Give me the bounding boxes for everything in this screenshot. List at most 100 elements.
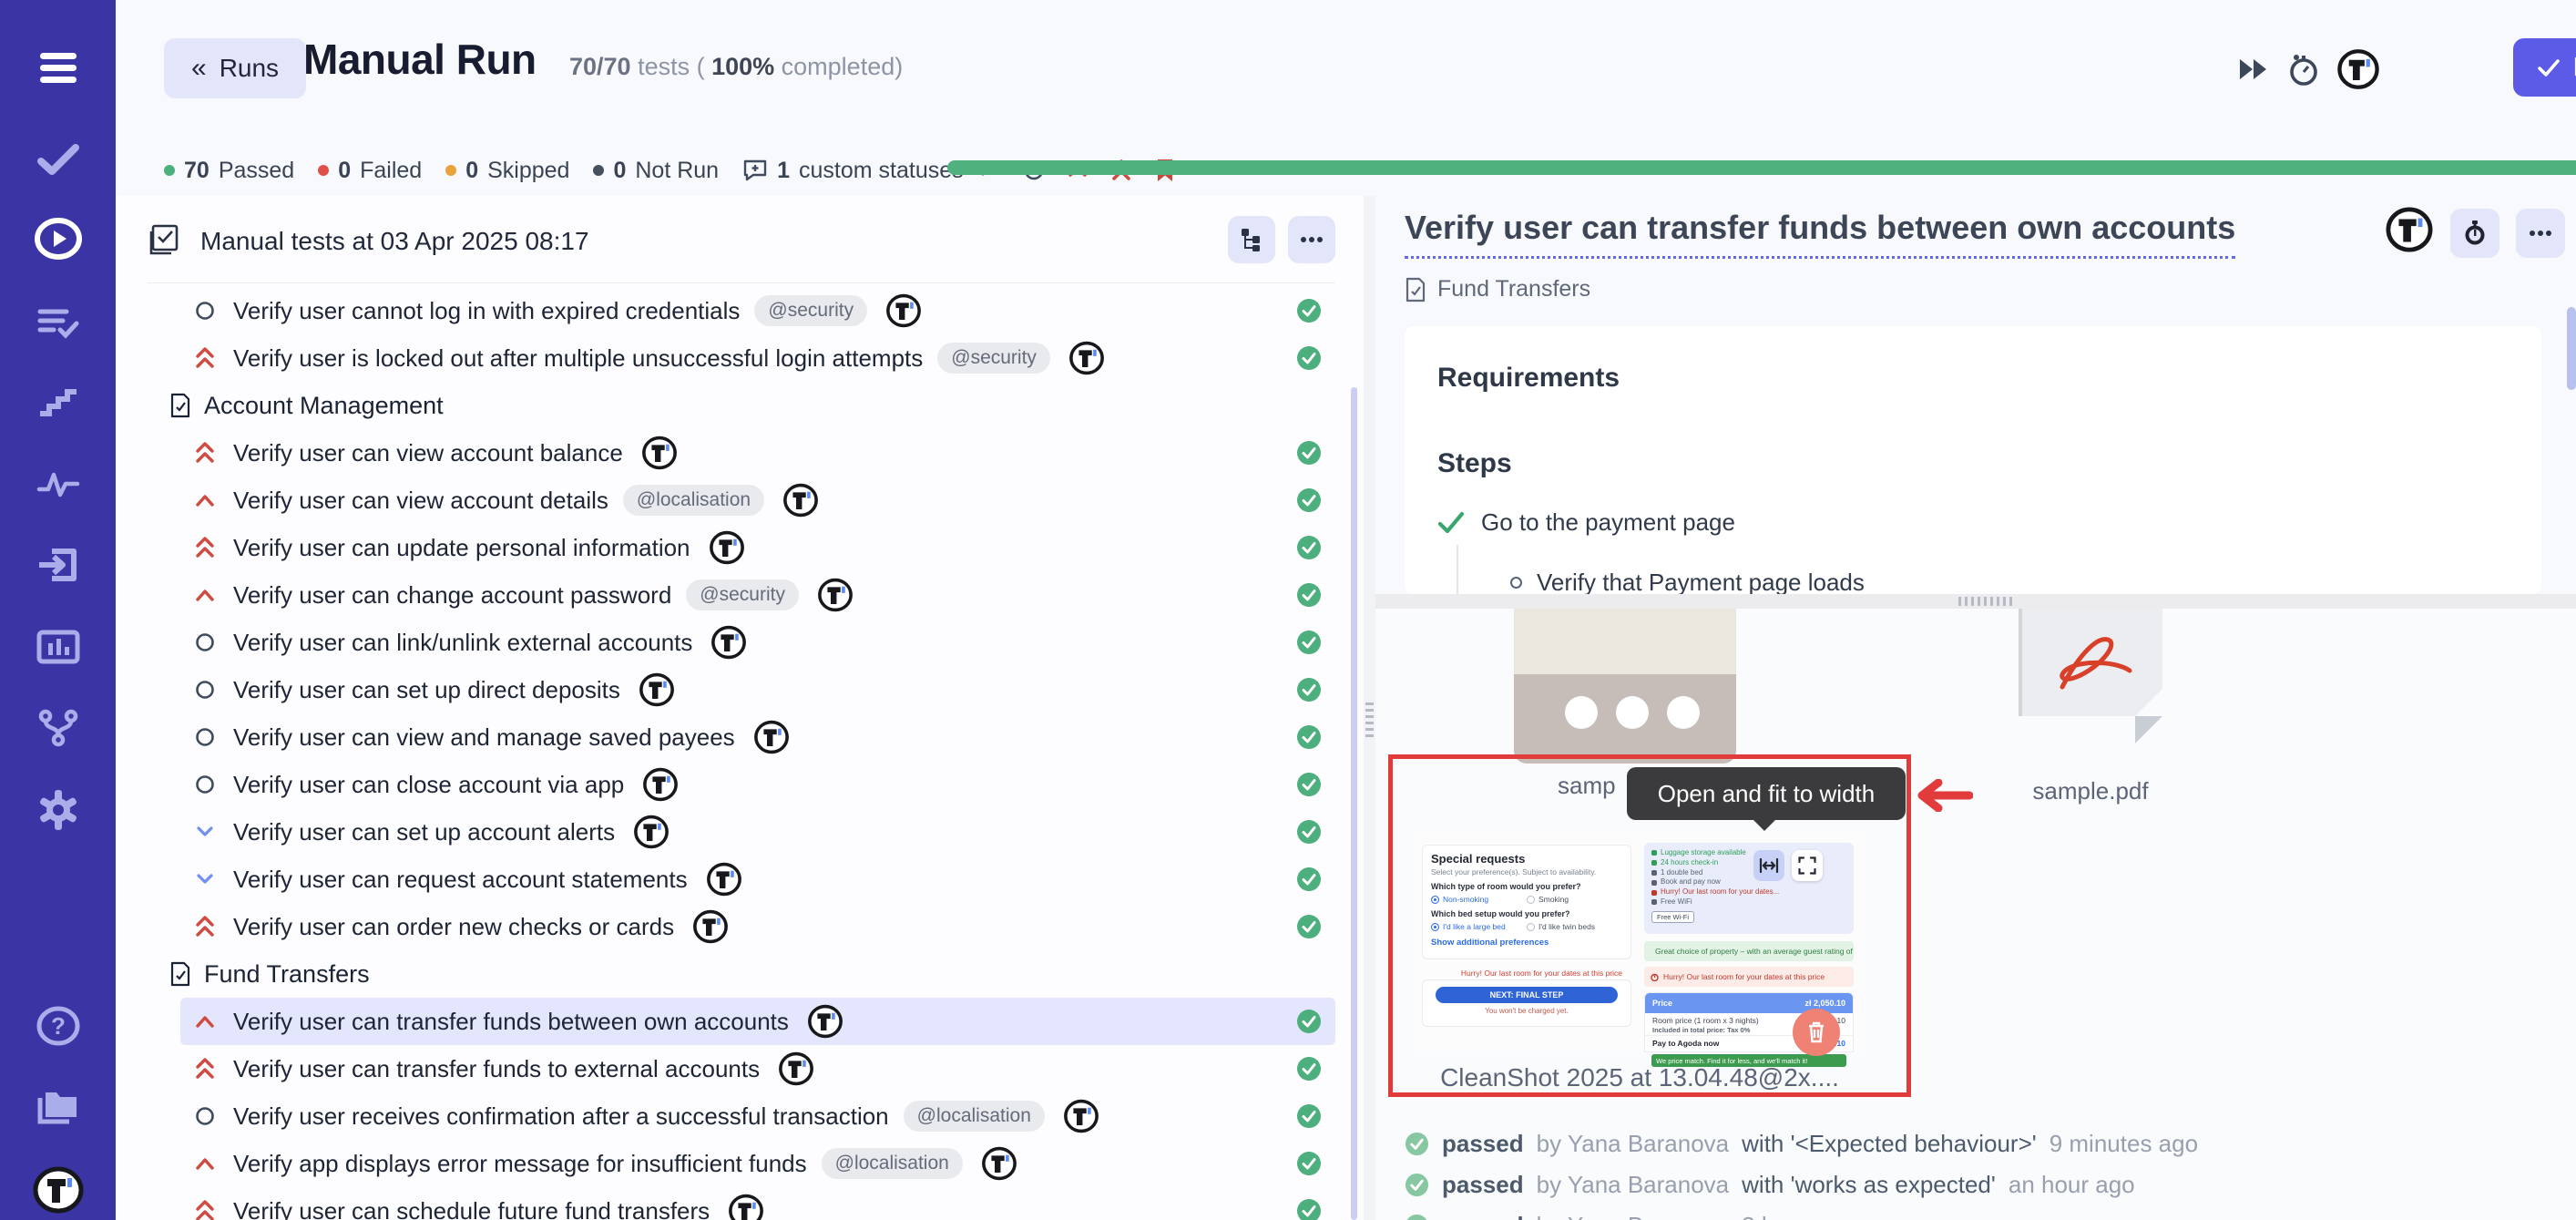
test-row[interactable]: Verify user can change account password …	[180, 571, 1335, 619]
testomat-test-icon[interactable]	[1063, 1099, 1099, 1133]
testomat-test-icon[interactable]	[633, 815, 670, 849]
testomat-badge-icon[interactable]	[2336, 47, 2380, 91]
status-passed-icon[interactable]	[1296, 440, 1322, 466]
status-passed-icon[interactable]	[1296, 772, 1322, 797]
test-row[interactable]: Verify app displays error message for in…	[180, 1140, 1335, 1187]
status-passed-icon[interactable]	[1296, 1103, 1322, 1129]
finish-run-button[interactable]: Finish Run	[2513, 38, 2576, 97]
status-passed-icon[interactable]	[1296, 1056, 1322, 1082]
testomat-test-icon[interactable]	[807, 1004, 843, 1039]
test-tag[interactable]: @security	[754, 295, 867, 326]
menu-icon[interactable]	[0, 42, 116, 93]
status-passed-icon[interactable]	[1296, 582, 1322, 608]
requirements-heading: Requirements	[1437, 363, 1620, 394]
test-row[interactable]: Verify user can transfer funds between o…	[180, 998, 1335, 1045]
list-check-icon[interactable]	[0, 297, 116, 348]
test-row[interactable]: Verify user can view account balance	[180, 429, 1335, 477]
test-row[interactable]: Verify user is locked out after multiple…	[180, 334, 1335, 382]
status-passed-icon[interactable]	[1296, 1009, 1322, 1034]
section-row[interactable]: Fund Transfers	[148, 950, 1335, 998]
delete-attachment-icon[interactable]	[1793, 1009, 1840, 1056]
test-tag[interactable]: @localisation	[623, 485, 764, 516]
help-icon[interactable]: ?	[0, 1000, 116, 1051]
testomat-test-icon[interactable]	[778, 1051, 814, 1086]
timer-button[interactable]	[2450, 209, 2499, 258]
detail-more-button[interactable]	[2516, 209, 2565, 258]
horizontal-splitter[interactable]	[1375, 594, 2576, 609]
panel-splitter[interactable]	[1364, 196, 1375, 1220]
test-row[interactable]: Verify user can view account details @lo…	[180, 477, 1335, 524]
gear-icon[interactable]	[0, 784, 116, 836]
status-passed-icon[interactable]	[1296, 819, 1322, 845]
folders-icon[interactable]	[0, 1082, 116, 1133]
status-passed-icon[interactable]	[1296, 914, 1322, 939]
test-title[interactable]: Verify user can transfer funds between o…	[1405, 209, 2235, 259]
list-scrollbar[interactable]	[1351, 387, 1357, 1220]
status-passed-icon[interactable]	[1296, 677, 1322, 702]
testomat-test-icon[interactable]	[817, 578, 854, 612]
test-tag[interactable]: @security	[937, 343, 1050, 374]
detail-scrollbar[interactable]	[2567, 307, 2576, 390]
substep-item[interactable]: Verify that Payment page loads	[1510, 569, 1865, 594]
testomat-test-icon[interactable]	[642, 767, 679, 802]
sign-in-icon[interactable]	[0, 539, 116, 590]
testomat-test-icon[interactable]	[753, 720, 790, 754]
test-row[interactable]: Verify user can set up account alerts	[180, 808, 1335, 856]
back-to-runs-button[interactable]: « Runs	[164, 38, 306, 98]
testomat-test-icon[interactable]	[709, 530, 745, 565]
test-row[interactable]: Verify user can link/unlink external acc…	[180, 619, 1335, 666]
fast-forward-icon[interactable]	[2232, 47, 2275, 91]
test-row[interactable]: Verify user can order new checks or card…	[180, 903, 1335, 950]
test-row[interactable]: Verify user can close account via app	[180, 761, 1335, 808]
status-passed-icon[interactable]	[1296, 724, 1322, 750]
stopwatch-icon[interactable]	[2282, 47, 2326, 91]
status-passed-icon[interactable]	[1296, 1198, 1322, 1220]
testomat-test-icon[interactable]	[728, 1194, 764, 1220]
section-row[interactable]: Account Management	[148, 382, 1335, 429]
testomat-test-icon[interactable]	[706, 862, 742, 897]
activity-icon[interactable]	[0, 459, 116, 510]
status-passed-icon[interactable]	[1296, 298, 1322, 323]
testomat-test-icon[interactable]	[639, 672, 675, 707]
report-chart-icon[interactable]	[0, 621, 116, 672]
test-tag[interactable]: @localisation	[904, 1101, 1045, 1132]
testomat-test-icon[interactable]	[710, 625, 747, 660]
status-passed-icon[interactable]	[1296, 487, 1322, 513]
testomat-logo-icon[interactable]	[0, 1164, 116, 1215]
check-icon[interactable]	[0, 134, 116, 185]
test-row[interactable]: Verify user receives confirmation after …	[180, 1092, 1335, 1140]
test-row[interactable]: Verify user can update personal informat…	[180, 524, 1335, 571]
tree-view-button[interactable]	[1228, 216, 1275, 263]
status-passed-icon[interactable]	[1296, 866, 1322, 892]
test-row[interactable]: Verify user can request account statemen…	[180, 856, 1335, 903]
branch-icon[interactable]	[0, 702, 116, 754]
testomat-test-icon[interactable]	[885, 293, 922, 328]
testomat-test-icon[interactable]	[782, 483, 819, 518]
test-row[interactable]: Verify user can set up direct deposits	[180, 666, 1335, 713]
status-passed-icon[interactable]	[1296, 345, 1322, 371]
attachment-screenshot-thumbnail[interactable]: Special requests Select your preference(…	[1415, 834, 1865, 1052]
test-tag[interactable]: @localisation	[822, 1148, 963, 1179]
fit-to-width-icon[interactable]	[1753, 850, 1784, 881]
attachment-pdf-icon[interactable]	[2019, 609, 2162, 716]
attachment-image-thumbnail[interactable]	[1514, 609, 1736, 764]
status-passed-icon[interactable]	[1296, 1151, 1322, 1176]
play-circle-icon[interactable]	[0, 213, 116, 264]
fullscreen-icon[interactable]	[1792, 850, 1823, 881]
test-row[interactable]: Verify user can schedule future fund tra…	[180, 1187, 1335, 1220]
testomat-test-icon[interactable]	[1068, 341, 1105, 375]
test-row[interactable]: Verify user can view and manage saved pa…	[180, 713, 1335, 761]
test-row[interactable]: Verify user can transfer funds to extern…	[180, 1045, 1335, 1092]
status-passed-icon[interactable]	[1296, 535, 1322, 560]
testomat-test-icon[interactable]	[2385, 207, 2434, 257]
breadcrumb[interactable]: Fund Transfers	[1405, 276, 1590, 302]
testomat-test-icon[interactable]	[641, 436, 678, 470]
status-passed-icon[interactable]	[1296, 630, 1322, 655]
testomat-test-icon[interactable]	[692, 909, 729, 944]
steps-icon[interactable]	[0, 375, 116, 426]
test-row[interactable]: Verify user cannot log in with expired c…	[180, 287, 1335, 334]
step-item[interactable]: Go to the payment page	[1437, 508, 1735, 537]
test-tag[interactable]: @security	[686, 579, 799, 610]
testomat-test-icon[interactable]	[981, 1146, 1017, 1181]
list-more-button[interactable]	[1288, 216, 1335, 263]
